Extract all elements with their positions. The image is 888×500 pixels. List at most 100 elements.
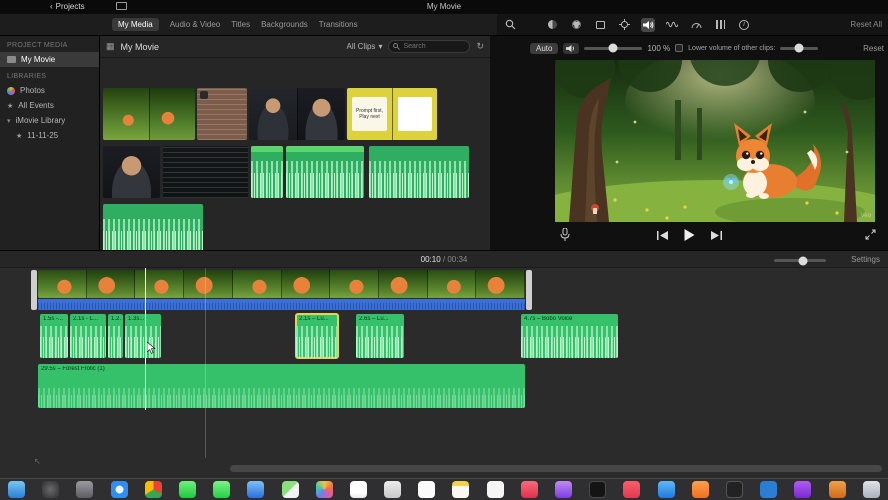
tab-audio-video[interactable]: Audio & Video xyxy=(170,20,221,29)
tab-transitions[interactable]: Transitions xyxy=(319,20,358,29)
tab-my-media[interactable]: My Media xyxy=(112,18,159,31)
color-balance-icon[interactable] xyxy=(545,18,559,32)
clip-trim-handle-right[interactable] xyxy=(526,270,532,310)
media-thumb-audio-2[interactable] xyxy=(286,146,364,198)
dock-settings-icon[interactable] xyxy=(76,481,94,498)
tab-backgrounds[interactable]: Backgrounds xyxy=(261,20,308,29)
dock-contacts-icon[interactable] xyxy=(384,481,402,498)
ducking-slider[interactable] xyxy=(780,43,819,53)
video-clip-filmstrip[interactable] xyxy=(38,270,525,298)
search-box[interactable] xyxy=(388,40,471,53)
play-button[interactable] xyxy=(684,229,695,241)
reset-all-button[interactable]: Reset All xyxy=(850,20,882,29)
speed-icon[interactable] xyxy=(689,18,703,32)
next-button[interactable] xyxy=(710,230,722,240)
dock-calendar-icon[interactable] xyxy=(349,481,367,498)
volume-slider[interactable] xyxy=(584,43,643,53)
dock-garageband-icon[interactable] xyxy=(828,481,846,498)
dock-vscode-icon[interactable] xyxy=(760,481,778,498)
dock-appstore-icon[interactable] xyxy=(657,481,675,498)
lower-volume-checkbox[interactable] xyxy=(675,44,684,52)
video-preview[interactable]: Veo xyxy=(555,60,875,222)
fox-frame-1 xyxy=(103,88,149,140)
auto-button[interactable]: Auto xyxy=(530,42,559,54)
media-thumb-audio-1[interactable] xyxy=(251,146,283,198)
search-input[interactable] xyxy=(403,43,466,50)
ducking-slider-knob[interactable] xyxy=(794,43,804,53)
disclosure-triangle-icon[interactable]: ▾ xyxy=(7,117,11,125)
dock-freeform-icon[interactable] xyxy=(486,481,504,498)
timeline-settings-button[interactable]: Settings xyxy=(851,255,880,264)
sidebar-item-event-11-11-25[interactable]: ★ 11-11-25 xyxy=(0,128,99,143)
volume-icon[interactable] xyxy=(641,17,655,32)
dock-reminders-icon[interactable] xyxy=(418,481,436,498)
clip-view-icon[interactable]: ▦ xyxy=(106,41,115,52)
dock-finder-icon[interactable] xyxy=(8,481,25,498)
clip-label: 2.1s – Lu... xyxy=(299,316,329,322)
media-thumb-screen-recording[interactable] xyxy=(163,146,248,198)
media-thumb-audio-4[interactable] xyxy=(103,204,203,256)
refresh-icon[interactable]: ↻ xyxy=(476,41,484,52)
dock-launchpad-icon[interactable] xyxy=(42,481,60,498)
dock-news-icon[interactable] xyxy=(623,481,641,498)
dock-chrome-icon[interactable] xyxy=(144,481,162,498)
tab-titles[interactable]: Titles xyxy=(231,20,250,29)
audio-clip-5-selected[interactable]: 2.1s – Lu... xyxy=(295,313,339,359)
media-thumb-slides-clip[interactable]: Prompt first, Play next xyxy=(347,88,437,140)
media-thumb-document-clip[interactable] xyxy=(197,88,247,140)
sidebar-item-photos[interactable]: Photos xyxy=(0,83,99,98)
timeline[interactable]: 1.5s -... 2.1s - L... 1.2... 1.3s... 2.1… xyxy=(0,268,888,478)
dock-music-icon[interactable] xyxy=(520,481,538,498)
clip-label: 29.5s – Forest Frolic (1) xyxy=(41,366,105,372)
slide-caption: Prompt first, Play next xyxy=(352,97,387,131)
dock-imovie-icon[interactable] xyxy=(794,481,812,498)
previous-button[interactable] xyxy=(656,230,668,240)
mute-button[interactable] xyxy=(563,42,580,54)
timeline-zoom-knob[interactable] xyxy=(798,256,808,265)
clip-trim-handle-left[interactable] xyxy=(31,270,37,310)
video-clip-audio-track[interactable] xyxy=(38,299,525,310)
skimmer-zoom-icon[interactable] xyxy=(503,18,517,32)
audio-clip-bobo-voice[interactable]: 4.7s – Bobo Voice xyxy=(521,314,618,358)
dock-tv-icon[interactable] xyxy=(589,481,607,498)
dock-maps-icon[interactable] xyxy=(281,481,299,498)
media-thumb-audio-3[interactable] xyxy=(369,146,469,198)
media-thumb-presenter-clip[interactable] xyxy=(249,88,345,140)
reset-button[interactable]: Reset xyxy=(863,44,884,53)
dock-messages-icon[interactable] xyxy=(178,481,196,498)
audio-clip-6[interactable]: 2.6s – Lu... xyxy=(356,314,404,358)
dock-books-icon[interactable] xyxy=(691,481,709,498)
noise-reduction-icon[interactable] xyxy=(665,18,679,32)
clip-filter-dropdown[interactable]: All Clips ▾ xyxy=(347,42,383,51)
dock-notes-icon[interactable] xyxy=(452,481,470,498)
sidebar-item-all-events[interactable]: ★ All Events xyxy=(0,98,99,113)
film-frame xyxy=(232,270,282,298)
timeline-zoom-slider[interactable] xyxy=(774,256,826,265)
sidebar-item-my-movie[interactable]: My Movie xyxy=(0,52,99,67)
music-clip-forest-frolic[interactable]: 29.5s – Forest Frolic (1) xyxy=(38,364,525,408)
dock-trash-icon[interactable] xyxy=(862,481,880,498)
playhead[interactable] xyxy=(145,268,146,410)
audio-clip-3[interactable]: 1.2... xyxy=(108,314,123,358)
waveform xyxy=(286,146,364,198)
sidebar-item-imovie-library[interactable]: ▾ iMovie Library xyxy=(0,113,99,128)
color-correction-icon[interactable] xyxy=(569,18,583,32)
dock-mail-icon[interactable] xyxy=(247,481,265,498)
audio-clip-2[interactable]: 2.1s - L... xyxy=(70,314,106,358)
info-icon[interactable]: i xyxy=(737,18,751,32)
dock-podcasts-icon[interactable] xyxy=(555,481,572,498)
clip-filter-icon[interactable] xyxy=(713,18,727,32)
fullscreen-icon[interactable] xyxy=(865,229,876,240)
media-thumb-presenter-2[interactable] xyxy=(103,146,160,198)
slide-frame-2 xyxy=(392,88,437,140)
dock-facetime-icon[interactable] xyxy=(213,481,231,498)
timeline-horizontal-scrollbar[interactable] xyxy=(230,465,882,472)
dock-terminal-icon[interactable] xyxy=(725,481,743,498)
crop-icon[interactable] xyxy=(593,18,607,32)
volume-slider-knob[interactable] xyxy=(608,43,618,53)
dock-safari-icon[interactable] xyxy=(110,481,128,498)
media-thumb-fox-clip[interactable] xyxy=(103,88,195,140)
stabilization-icon[interactable] xyxy=(617,18,631,32)
dock-photos-icon[interactable] xyxy=(315,481,333,498)
audio-clip-1[interactable]: 1.5s -... xyxy=(40,314,68,358)
